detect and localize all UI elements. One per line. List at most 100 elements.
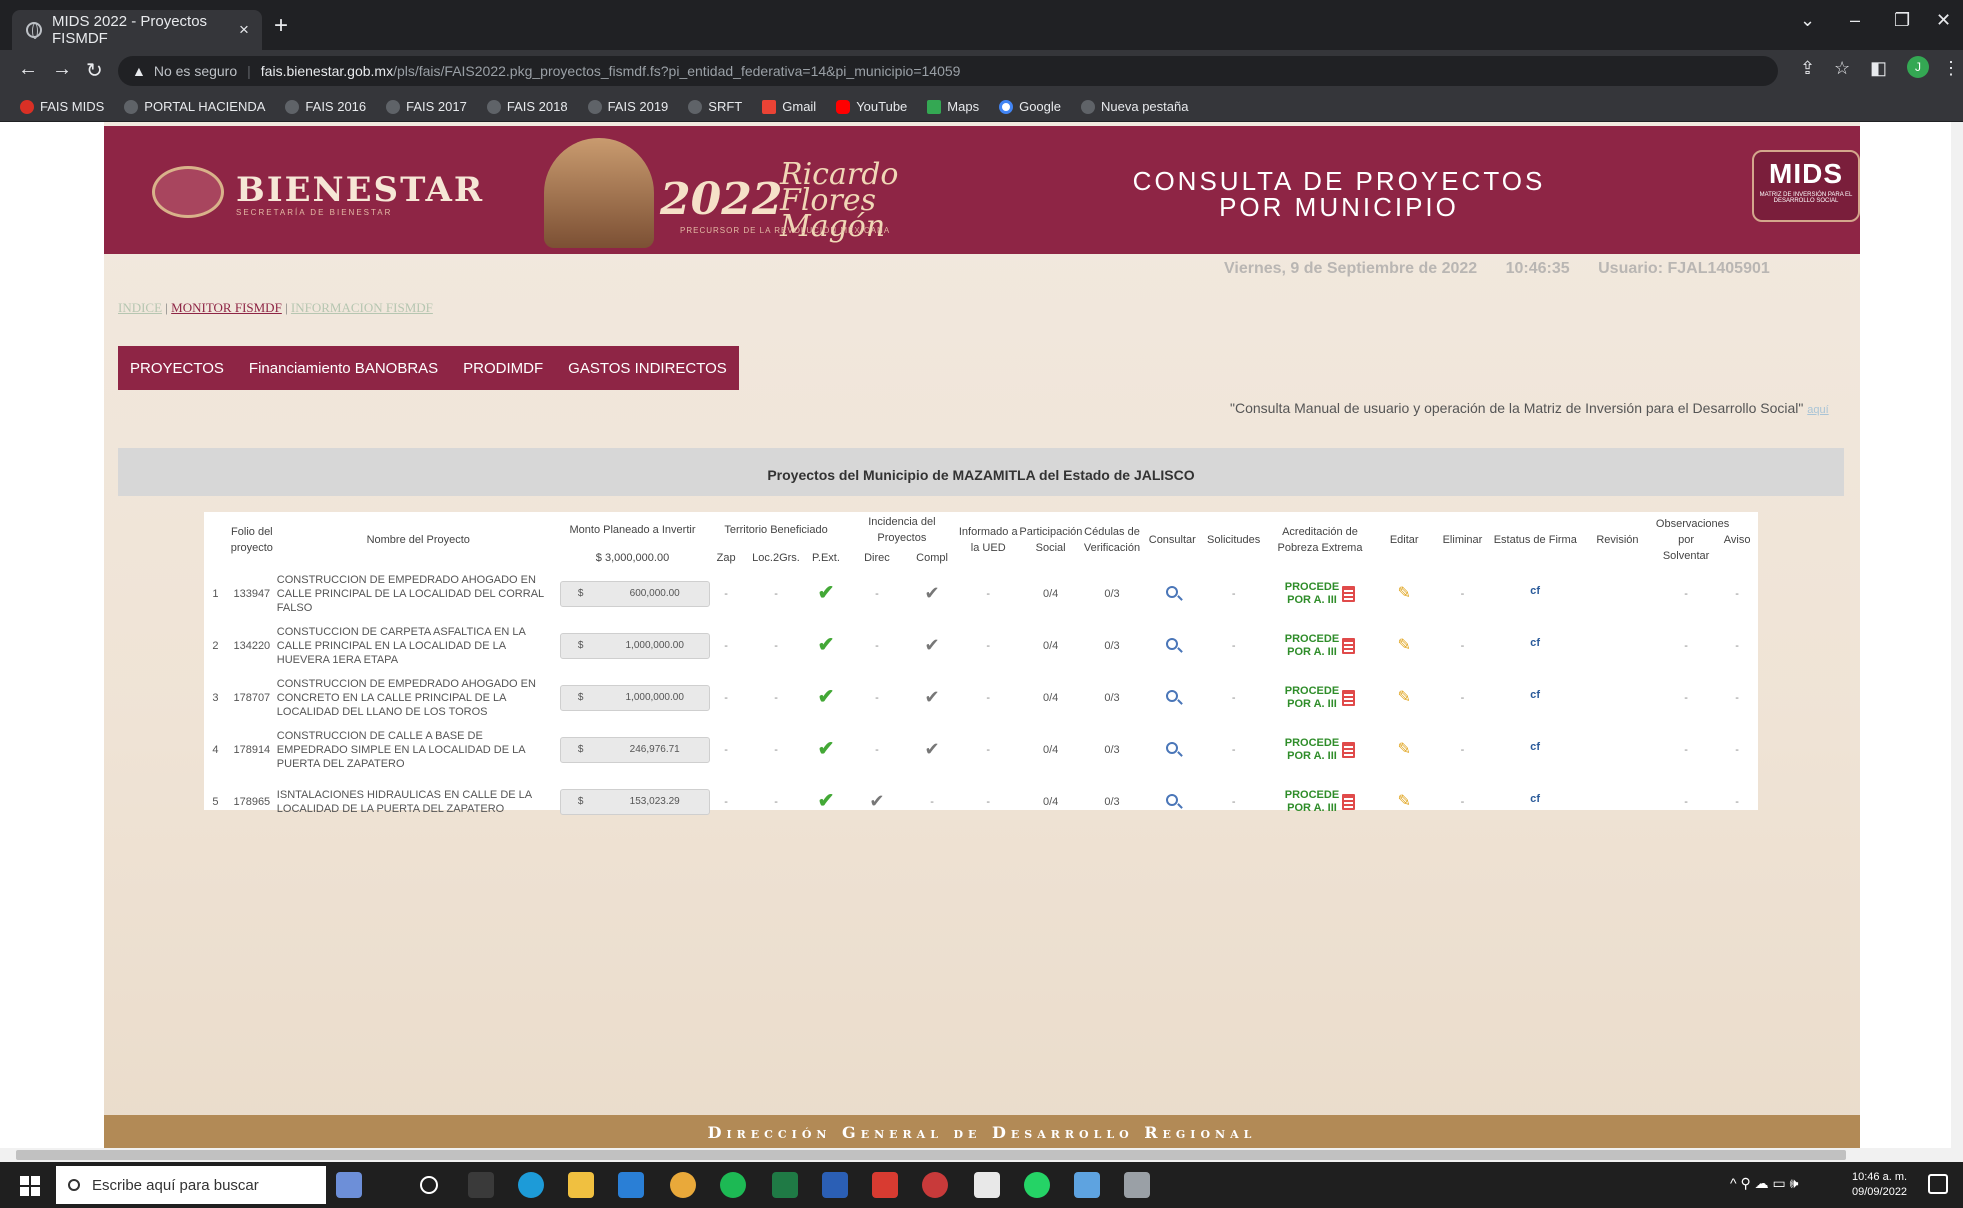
search-icon[interactable] [1166, 794, 1179, 806]
edge-icon[interactable] [518, 1172, 544, 1198]
check-green-icon: ✔ [817, 685, 835, 708]
bookmark-item[interactable]: Nueva pestaña [1081, 99, 1188, 114]
bookmark-item[interactable]: FAIS MIDS [20, 99, 104, 114]
share-icon[interactable]: ⇪ [1800, 58, 1815, 79]
restore-icon[interactable]: ❐ [1894, 10, 1910, 31]
browser-tab[interactable]: MIDS 2022 - Proyectos FISMDF × [12, 10, 262, 50]
clock[interactable]: 10:46 a. m. 09/09/2022 [1852, 1170, 1907, 1200]
scrollbar-thumb[interactable] [16, 1150, 1846, 1160]
menu-prodimdf[interactable]: PRODIMDF [463, 360, 543, 377]
close-window-icon[interactable]: ✕ [1936, 10, 1951, 31]
bookmark-item[interactable]: YouTube [836, 99, 907, 114]
th-editar: Editar [1389, 534, 1419, 546]
globe-icon [587, 99, 602, 114]
store-icon[interactable] [618, 1172, 644, 1198]
notification-icon[interactable] [1928, 1174, 1948, 1194]
forward-icon[interactable]: → [52, 58, 72, 81]
bookmark-star-icon[interactable]: ☆ [1834, 58, 1850, 79]
app-icon[interactable] [922, 1172, 948, 1198]
reload-icon[interactable]: ↻ [86, 58, 103, 83]
amount-field[interactable]: $600,000.00 [559, 581, 710, 607]
settings-icon[interactable] [1074, 1172, 1100, 1198]
amount-field[interactable]: $153,023.29 [559, 789, 710, 815]
page-footer: Dirección General de Desarrollo Regional [104, 1115, 1860, 1148]
notepad-icon[interactable] [974, 1172, 1000, 1198]
link-monitor-fismdf[interactable]: MONITOR FISMDF [171, 300, 282, 315]
tray-icons[interactable]: ^ ⚲ ☁ ▭ 🕪 [1730, 1176, 1798, 1191]
menu-proyectos[interactable]: PROYECTOS [130, 360, 224, 377]
chrome-icon[interactable] [670, 1172, 696, 1198]
table-title: Proyectos del Municipio de MAZAMITLA del… [118, 448, 1844, 496]
warning-icon: ▲ [132, 63, 146, 79]
search-icon[interactable] [1166, 638, 1179, 650]
excel-icon[interactable] [772, 1172, 798, 1198]
procede-label: PROCEDE POR A. III [1284, 789, 1340, 814]
news-widget-icon[interactable] [336, 1172, 362, 1198]
link-indice[interactable]: INDICE [118, 300, 162, 315]
check-gray-icon: ✔ [924, 582, 940, 603]
minimize-icon[interactable]: – [1850, 10, 1860, 31]
th-informado: Informado a la UED [958, 526, 1018, 554]
search-icon[interactable] [1166, 690, 1179, 702]
remote-desktop-icon[interactable] [1124, 1172, 1150, 1198]
globe-icon [285, 99, 300, 114]
horizontal-scrollbar[interactable] [0, 1148, 1963, 1162]
signature-status-icon[interactable]: ᶜᶠ [1530, 793, 1540, 810]
word-icon[interactable] [822, 1172, 848, 1198]
pencil-icon[interactable]: ✎ [1398, 689, 1411, 706]
bookmark-item[interactable]: Google [999, 99, 1061, 114]
menu-financiamiento-banobras[interactable]: Financiamiento BANOBRAS [249, 360, 438, 377]
signature-status-icon[interactable]: ᶜᶠ [1530, 689, 1540, 706]
windows-start-icon[interactable] [20, 1176, 40, 1196]
search-icon[interactable] [1166, 742, 1179, 754]
amount-field[interactable]: $246,976.71 [559, 737, 710, 763]
seal-icon [152, 166, 224, 218]
menu-dots-icon[interactable]: ⋮ [1942, 58, 1960, 79]
manual-link[interactable]: aquí [1807, 404, 1828, 416]
pencil-icon[interactable]: ✎ [1398, 741, 1411, 758]
page-title: CONSULTA DE PROYECTOS POR MUNICIPIO [1132, 166, 1546, 222]
bookmark-item[interactable]: FAIS 2016 [285, 99, 366, 114]
whatsapp-icon[interactable] [1024, 1172, 1050, 1198]
tab-search-icon[interactable]: ⌄ [1800, 10, 1815, 31]
pdf-icon[interactable] [1342, 794, 1356, 810]
globe-icon [1081, 99, 1096, 114]
bookmark-item[interactable]: FAIS 2019 [587, 99, 668, 114]
menu-gastos-indirectos[interactable]: GASTOS INDIRECTOS [568, 360, 727, 377]
signature-status-icon[interactable]: ᶜᶠ [1530, 637, 1540, 654]
task-view-icon[interactable] [468, 1172, 494, 1198]
bookmark-item[interactable]: Gmail [762, 99, 816, 114]
file-explorer-icon[interactable] [568, 1172, 594, 1198]
cortana-icon[interactable] [420, 1176, 438, 1194]
bookmark-item[interactable]: FAIS 2017 [386, 99, 467, 114]
pdf-icon[interactable] [1342, 586, 1356, 602]
pdf-icon[interactable] [1342, 638, 1356, 654]
signature-status-icon[interactable]: ᶜᶠ [1530, 585, 1540, 602]
signature-status-icon[interactable]: ᶜᶠ [1530, 741, 1540, 758]
th-folio: Folio del proyecto [230, 526, 273, 554]
new-tab-button[interactable]: + [274, 12, 288, 40]
amount-field[interactable]: $1,000,000.00 [559, 685, 710, 711]
spotify-icon[interactable] [720, 1172, 746, 1198]
link-informacion-fismdf[interactable]: INFORMACION FISMDF [291, 300, 433, 315]
vertical-scrollbar[interactable] [1951, 122, 1963, 1148]
pencil-icon[interactable]: ✎ [1398, 585, 1411, 602]
taskbar-search[interactable]: Escribe aquí para buscar [56, 1166, 326, 1204]
pencil-icon[interactable]: ✎ [1398, 637, 1411, 654]
tab-close-button[interactable]: × [232, 20, 256, 40]
profile-avatar[interactable]: J [1907, 56, 1929, 78]
amount-field[interactable]: $1,000,000.00 [559, 633, 710, 659]
pdf-icon[interactable] [1342, 690, 1356, 706]
address-bar[interactable]: ▲ No es seguro | fais.bienestar.gob.mx /… [118, 56, 1778, 86]
pdf-icon[interactable] [1342, 742, 1356, 758]
search-icon[interactable] [1166, 586, 1179, 598]
acrobat-icon[interactable] [872, 1172, 898, 1198]
bookmark-item[interactable]: SRFT [688, 99, 742, 114]
side-panel-icon[interactable]: ◧ [1870, 58, 1887, 79]
bookmark-item[interactable]: Maps [927, 99, 979, 114]
pencil-icon[interactable]: ✎ [1398, 793, 1411, 810]
bookmark-item[interactable]: PORTAL HACIENDA [124, 99, 265, 114]
bookmark-item[interactable]: FAIS 2018 [486, 99, 568, 114]
th-compl: Compl [916, 552, 948, 564]
back-icon[interactable]: ← [18, 58, 38, 81]
